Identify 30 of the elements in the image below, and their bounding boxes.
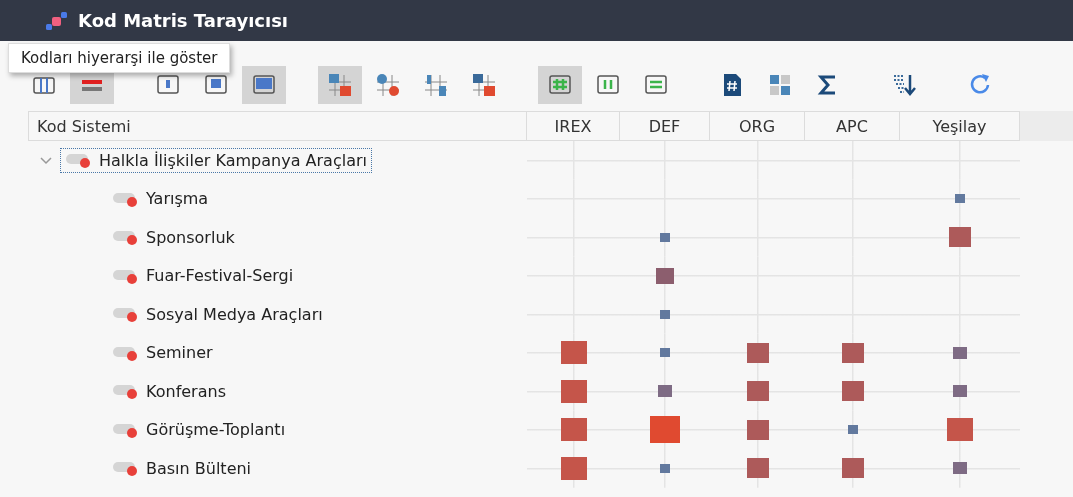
column-header[interactable]: IREX (527, 111, 620, 141)
code-icon (112, 459, 140, 478)
sort-down-icon (891, 72, 917, 98)
grid-squares-icon (327, 72, 353, 98)
code-label[interactable]: Seminer (146, 343, 213, 363)
code-label[interactable]: Basın Bülteni (146, 458, 252, 478)
code-label[interactable]: Sponsorluk (146, 227, 235, 247)
code-label[interactable]: Konferans (146, 381, 226, 401)
code-icon (112, 305, 140, 324)
tree-item[interactable]: Halkla İlişkiler Kampanya Araçları (60, 147, 372, 173)
app-logo-icon (44, 10, 68, 31)
column-header[interactable]: Yeşilay (900, 111, 1020, 141)
code-label[interactable]: Görüşme-Toplantı (146, 420, 286, 440)
code-label[interactable]: Sosyal Medya Araçları (146, 304, 323, 324)
column-header[interactable]: ORG (710, 111, 805, 141)
window-title: Kod Matris Tarayıcısı (78, 10, 289, 31)
code-icon (65, 151, 93, 170)
grid-numbers-icon (423, 72, 449, 98)
code-icon (112, 382, 140, 401)
grid-numbered-squares-icon (471, 72, 497, 98)
grid-icon (767, 72, 793, 98)
column-header[interactable]: DEF (620, 111, 710, 141)
code-icon (112, 228, 140, 247)
grid-circles-icon (375, 72, 401, 98)
column-header[interactable]: Kod Sistemi (28, 111, 527, 141)
code-label[interactable]: Yarışma (146, 189, 209, 209)
tooltip: Kodları hiyerarşi ile göster (8, 43, 231, 73)
code-label: Halkla İlişkiler Kampanya Araçları (99, 150, 367, 170)
column-header[interactable]: APC (805, 111, 900, 141)
code-label[interactable]: Fuar-Festival-Sergi (146, 266, 294, 286)
